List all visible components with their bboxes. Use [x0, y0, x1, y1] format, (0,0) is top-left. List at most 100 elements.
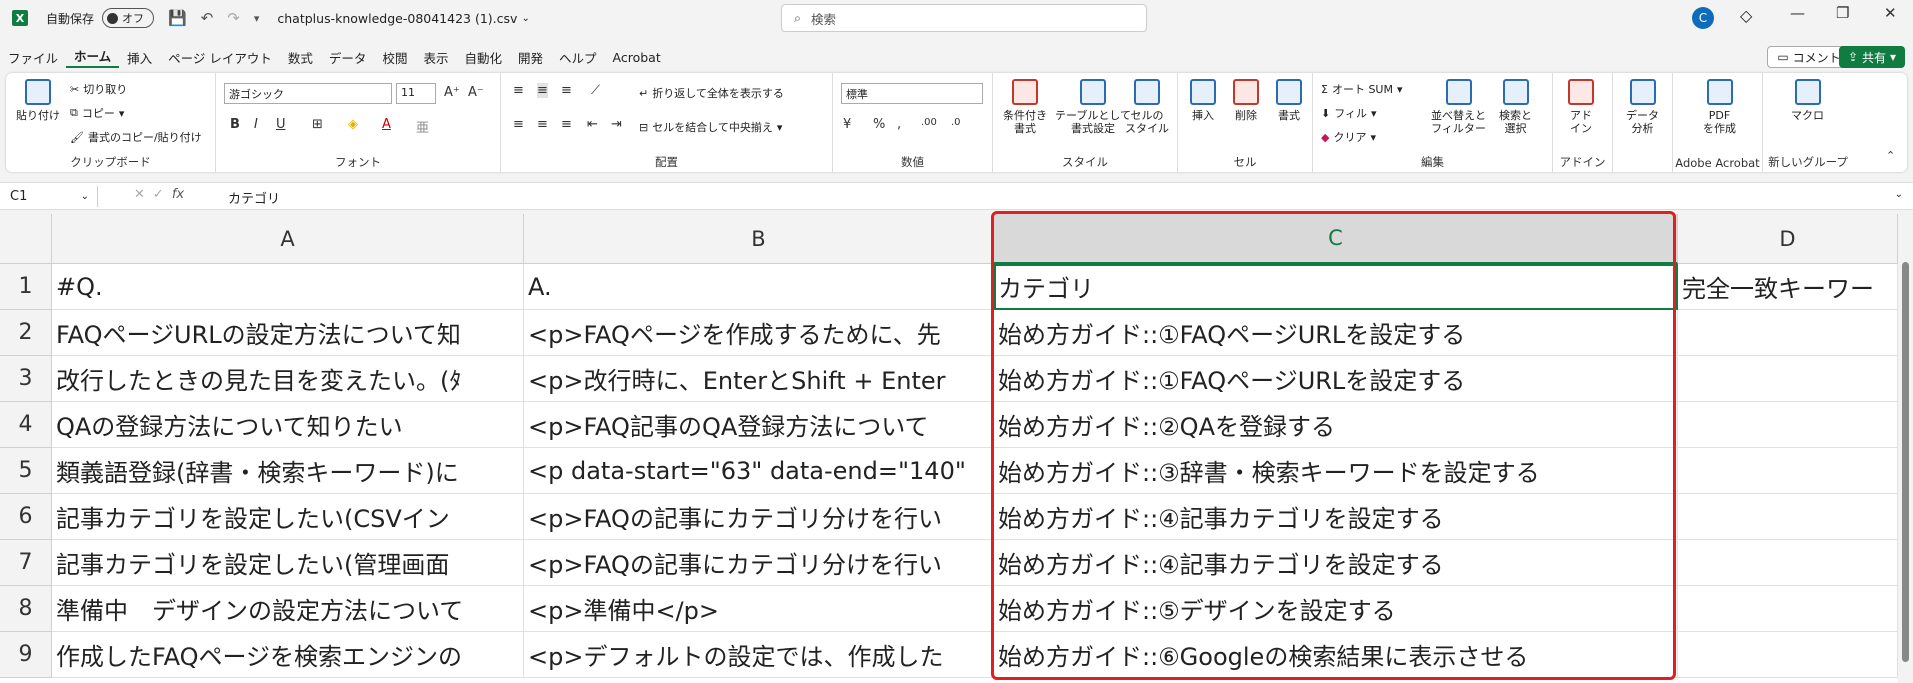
cell-a-8[interactable]: 準備中 デザインの設定方法について	[52, 586, 524, 632]
cell-d-6[interactable]	[1678, 494, 1898, 540]
data-analysis-button[interactable]: データ 分析	[1626, 79, 1659, 135]
cell-b-7[interactable]: <p>FAQの記事にカテゴリ分けを行い	[524, 540, 994, 586]
increase-indent-icon[interactable]: ⇥	[611, 117, 622, 132]
cell-c-3[interactable]: 始め方ガイド::①FAQページURLを設定する	[994, 356, 1678, 402]
align-middle-icon[interactable]: ≡	[537, 83, 548, 98]
orientation-icon[interactable]: ⟋	[591, 83, 600, 98]
row-header[interactable]: 6	[0, 494, 52, 540]
font-size-select[interactable]: 11	[396, 83, 436, 104]
row-header[interactable]: 4	[0, 402, 52, 448]
cell-b-6[interactable]: <p>FAQの記事にカテゴリ分けを行い	[524, 494, 994, 540]
cut-button[interactable]: ✂ 切り取り	[70, 81, 127, 97]
cell-b-3[interactable]: <p>改行時に、EnterとShift + Enter	[524, 356, 994, 402]
cell-c-7[interactable]: 始め方ガイド::④記事カテゴリを設定する	[994, 540, 1678, 586]
close-icon[interactable]: ✕	[1884, 4, 1897, 22]
border-icon[interactable]: ⊞	[312, 117, 323, 132]
align-center-icon[interactable]: ≡	[537, 117, 548, 132]
autosave-toggle[interactable]: オフ	[102, 8, 155, 28]
cell-c-1[interactable]: カテゴリ	[994, 264, 1678, 310]
menu-item-2[interactable]: 挿入	[119, 48, 160, 67]
row-header[interactable]: 5	[0, 448, 52, 494]
cell-c-8[interactable]: 始め方ガイド::⑤デザインを設定する	[994, 586, 1678, 632]
currency-icon[interactable]: ¥	[843, 117, 851, 132]
cell-a-9[interactable]: 作成したFAQページを検索エンジンの	[52, 632, 524, 678]
fill-button[interactable]: ⬇ フィル ▾	[1321, 105, 1377, 121]
customize-qat-icon[interactable]: ▾	[254, 12, 260, 25]
save-icon[interactable]: 💾	[168, 9, 187, 27]
column-header-c[interactable]: C	[994, 214, 1678, 264]
align-right-icon[interactable]: ≡	[561, 117, 572, 132]
macro-button[interactable]: マクロ	[1791, 79, 1824, 122]
underline-icon[interactable]: U	[276, 117, 286, 132]
menu-item-6[interactable]: 校閲	[374, 48, 415, 67]
cell-b-2[interactable]: <p>FAQページを作成するために、先	[524, 310, 994, 356]
wrap-text-button[interactable]: ↵ 折り返して全体を表示する	[639, 85, 784, 101]
cancel-icon[interactable]: ✕	[134, 187, 145, 202]
cell-styles-button[interactable]: セルの スタイル	[1125, 79, 1169, 135]
paste-button[interactable]: 貼り付け	[16, 79, 60, 122]
align-bottom-icon[interactable]: ≡	[561, 83, 572, 98]
name-box[interactable]: C1 ⌄	[6, 186, 98, 207]
merge-center-button[interactable]: ⊟ セルを結合して中央揃え ▾	[639, 119, 782, 135]
restore-icon[interactable]: ❐	[1836, 4, 1849, 22]
vertical-scrollbar[interactable]	[1898, 214, 1913, 683]
menu-item-0[interactable]: ファイル	[0, 48, 66, 67]
expand-formula-icon[interactable]: ⌄	[1895, 189, 1903, 200]
filename-chevron-icon[interactable]: ⌄	[521, 13, 529, 24]
row-header[interactable]: 8	[0, 586, 52, 632]
undo-icon[interactable]: ↶	[201, 9, 214, 27]
cell-b-8[interactable]: <p>準備中</p>	[524, 586, 994, 632]
collapse-ribbon-icon[interactable]: ⌃	[1886, 149, 1895, 162]
row-header[interactable]: 9	[0, 632, 52, 678]
row-header[interactable]: 2	[0, 310, 52, 356]
cell-a-5[interactable]: 類義語登録(辞書・検索キーワード)に	[52, 448, 524, 494]
cell-d-9[interactable]	[1678, 632, 1898, 678]
cell-d-8[interactable]	[1678, 586, 1898, 632]
cell-b-5[interactable]: <p data-start="63" data-end="140"	[524, 448, 994, 494]
cell-c-2[interactable]: 始め方ガイド::①FAQページURLを設定する	[994, 310, 1678, 356]
font-color-icon[interactable]: A	[382, 117, 391, 132]
decrease-decimal-icon[interactable]: .0	[951, 117, 961, 128]
menu-item-7[interactable]: 表示	[415, 48, 456, 67]
redo-icon[interactable]: ↷	[227, 9, 240, 27]
file-name[interactable]: chatplus-knowledge-08041423 (1).csv	[277, 11, 517, 26]
row-header[interactable]: 1	[0, 264, 52, 310]
number-format-select[interactable]: 標準	[841, 83, 983, 104]
cell-a-3[interactable]: 改行したときの見た目を変えたい。(ﾀ	[52, 356, 524, 402]
create-pdf-button[interactable]: PDF を作成	[1703, 79, 1736, 135]
account-avatar[interactable]: C	[1692, 7, 1714, 29]
cell-a-1[interactable]: #Q.	[52, 264, 524, 310]
cell-a-4[interactable]: QAの登録方法について知りたい	[52, 402, 524, 448]
phonetic-icon[interactable]: 亜	[416, 117, 429, 136]
cell-c-9[interactable]: 始め方ガイド::⑥Googleの検索結果に表示させる	[994, 632, 1678, 678]
column-header-d[interactable]: D	[1678, 214, 1898, 264]
cell-a-2[interactable]: FAQページURLの設定方法について知	[52, 310, 524, 356]
cell-a-6[interactable]: 記事カテゴリを設定したい(CSVイン	[52, 494, 524, 540]
align-left-icon[interactable]: ≡	[513, 117, 524, 132]
share-button[interactable]: ⇪ 共有 ▾	[1839, 46, 1905, 68]
formula-value[interactable]: カテゴリ	[228, 188, 280, 207]
comma-icon[interactable]: ,	[897, 117, 901, 132]
cell-a-7[interactable]: 記事カテゴリを設定したい(管理画面	[52, 540, 524, 586]
shrink-font-icon[interactable]: A⁻	[468, 85, 484, 100]
row-header[interactable]: 7	[0, 540, 52, 586]
search-box[interactable]: ⌕ 検索	[781, 4, 1147, 32]
menu-item-4[interactable]: 数式	[280, 48, 321, 67]
minimize-icon[interactable]: —	[1790, 4, 1805, 22]
cell-c-4[interactable]: 始め方ガイド::②QAを登録する	[994, 402, 1678, 448]
conditional-format-button[interactable]: 条件付き 書式	[1003, 79, 1047, 135]
cell-b-1[interactable]: A.	[524, 264, 994, 310]
premium-diamond-icon[interactable]: ◇	[1740, 6, 1752, 25]
column-header-b[interactable]: B	[524, 214, 994, 264]
sort-filter-button[interactable]: 並べ替えと フィルター	[1431, 79, 1486, 135]
cell-b-4[interactable]: <p>FAQ記事のQA登録方法について	[524, 402, 994, 448]
cell-d-4[interactable]	[1678, 402, 1898, 448]
menu-item-10[interactable]: ヘルプ	[551, 48, 605, 67]
percent-icon[interactable]: %	[873, 117, 885, 132]
italic-icon[interactable]: I	[254, 117, 258, 132]
menu-item-5[interactable]: データ	[321, 48, 375, 67]
delete-cells-button[interactable]: 削除	[1233, 79, 1259, 122]
cell-d-1[interactable]: 完全一致キーワー	[1678, 264, 1898, 310]
cell-b-9[interactable]: <p>デフォルトの設定では、作成した	[524, 632, 994, 678]
insert-cells-button[interactable]: 挿入	[1190, 79, 1216, 122]
